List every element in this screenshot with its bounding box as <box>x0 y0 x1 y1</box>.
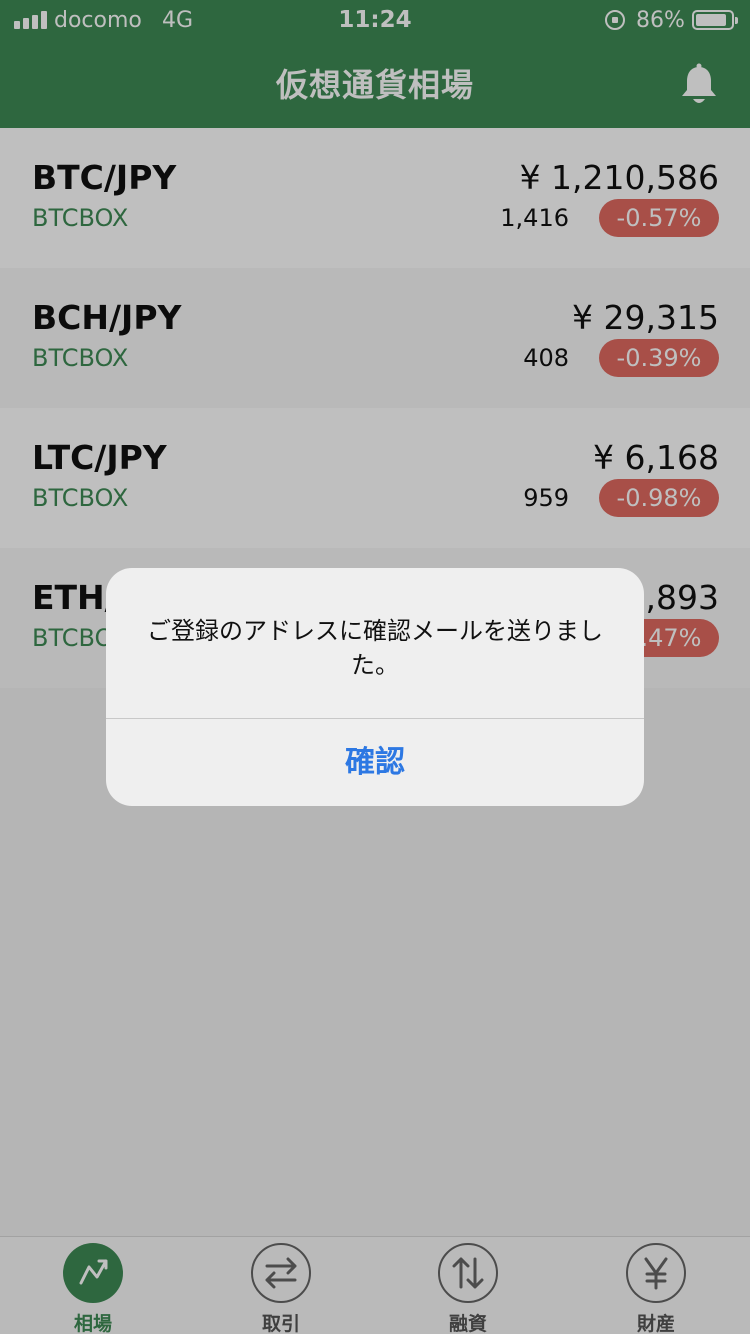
alert-dialog: ご登録のアドレスに確認メールを送りました。 確認 <box>106 568 644 806</box>
confirm-button[interactable]: 確認 <box>106 719 644 806</box>
alert-message: ご登録のアドレスに確認メールを送りました。 <box>147 617 603 679</box>
